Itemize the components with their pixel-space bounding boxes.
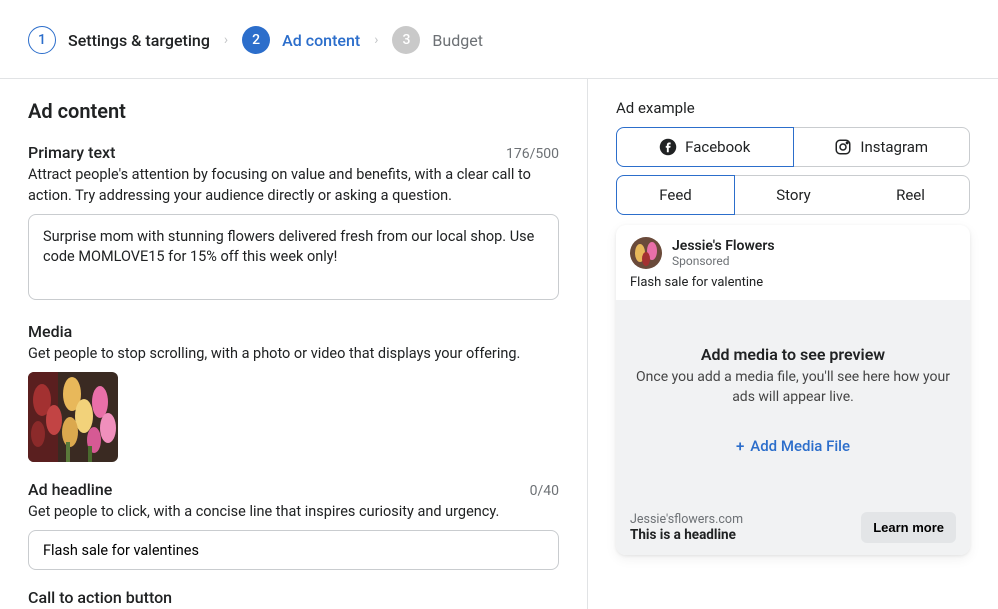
placement-story[interactable]: Story bbox=[735, 175, 852, 215]
platform-toggle: Facebook Instagram bbox=[616, 127, 970, 167]
placement-reel[interactable]: Reel bbox=[852, 175, 970, 215]
platform-label: Instagram bbox=[860, 138, 928, 156]
headline-label: Ad headline bbox=[28, 480, 112, 499]
step-label: Budget bbox=[432, 31, 483, 50]
cta-label: Call to action button bbox=[28, 588, 172, 607]
step-ad-content[interactable]: 2 Ad content bbox=[242, 26, 360, 54]
placement-feed[interactable]: Feed bbox=[616, 175, 735, 215]
placement-label: Story bbox=[776, 186, 811, 204]
instagram-icon bbox=[834, 138, 852, 156]
cta-field: Call to action button Learn more ▾ bbox=[28, 588, 559, 609]
facebook-icon bbox=[659, 138, 677, 156]
headline-field: Ad headline 0/40 Get people to click, wi… bbox=[28, 480, 559, 570]
plus-icon: + bbox=[736, 437, 744, 455]
placeholder-title: Add media to see preview bbox=[701, 345, 885, 364]
placeholder-text: Once you add a media file, you'll see he… bbox=[636, 368, 950, 407]
primary-text-label: Primary text bbox=[28, 143, 115, 162]
preview-headline: This is a headline bbox=[630, 527, 743, 543]
preview-media-placeholder: Add media to see preview Once you add a … bbox=[616, 300, 970, 500]
preview-cta-button[interactable]: Learn more bbox=[861, 512, 956, 543]
page-avatar bbox=[630, 237, 662, 269]
platform-label: Facebook bbox=[685, 138, 750, 156]
primary-text-counter: 176/500 bbox=[506, 146, 559, 162]
media-label: Media bbox=[28, 322, 72, 341]
add-media-button[interactable]: + Add Media File bbox=[736, 437, 850, 455]
step-label: Settings & targeting bbox=[68, 31, 210, 50]
headline-help: Get people to click, with a concise line… bbox=[28, 501, 559, 522]
headline-counter: 0/40 bbox=[530, 483, 559, 499]
chevron-right-icon: › bbox=[224, 32, 228, 48]
placement-label: Reel bbox=[896, 186, 925, 204]
step-budget[interactable]: 3 Budget bbox=[392, 26, 483, 54]
preview-caption: Flash sale for valentine bbox=[616, 275, 970, 300]
headline-input[interactable] bbox=[28, 530, 559, 570]
section-title: Ad content bbox=[28, 99, 559, 123]
stepper: 1 Settings & targeting › 2 Ad content › … bbox=[0, 0, 998, 79]
flower-image-icon bbox=[28, 372, 118, 462]
preview-cta-row: Jessie'sflowers.com This is a headline L… bbox=[616, 500, 970, 555]
placement-label: Feed bbox=[659, 186, 692, 204]
step-number: 1 bbox=[28, 26, 56, 54]
step-settings[interactable]: 1 Settings & targeting bbox=[28, 26, 210, 54]
chevron-right-icon: › bbox=[374, 32, 378, 48]
platform-instagram[interactable]: Instagram bbox=[794, 127, 971, 167]
ad-preview-panel: Ad example Facebook Instagram Feed Story… bbox=[588, 79, 998, 609]
platform-facebook[interactable]: Facebook bbox=[616, 127, 794, 167]
step-label: Ad content bbox=[282, 31, 360, 50]
add-media-label: Add Media File bbox=[750, 437, 850, 455]
step-number: 2 bbox=[242, 26, 270, 54]
sponsored-label: Sponsored bbox=[672, 254, 775, 268]
preview-title: Ad example bbox=[616, 99, 970, 117]
primary-text-field: Primary text 176/500 Attract people's at… bbox=[28, 143, 559, 304]
primary-text-help: Attract people's attention by focusing o… bbox=[28, 164, 559, 206]
media-field: Media Get people to stop scrolling, with… bbox=[28, 322, 559, 462]
step-number: 3 bbox=[392, 26, 420, 54]
placement-toggle: Feed Story Reel bbox=[616, 175, 970, 215]
ad-preview-card: Jessie's Flowers Sponsored Flash sale fo… bbox=[616, 225, 970, 555]
primary-text-input[interactable] bbox=[28, 214, 559, 300]
media-help: Get people to stop scrolling, with a pho… bbox=[28, 343, 559, 364]
page-name: Jessie's Flowers bbox=[672, 238, 775, 254]
ad-content-form: Ad content Primary text 176/500 Attract … bbox=[0, 79, 588, 609]
preview-domain: Jessie'sflowers.com bbox=[630, 512, 743, 527]
media-thumbnail[interactable] bbox=[28, 372, 118, 462]
